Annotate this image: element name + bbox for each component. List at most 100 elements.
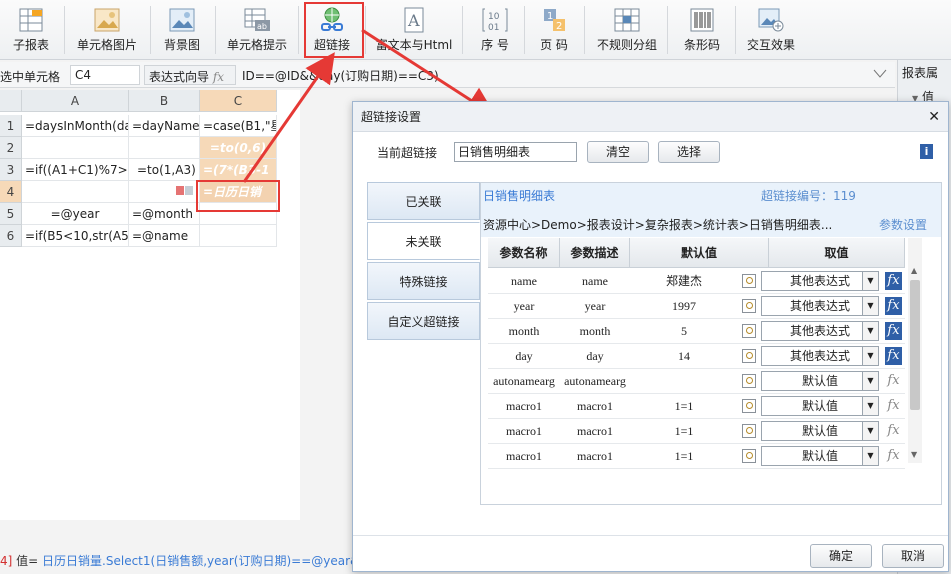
expression-input[interactable]: ID==@ID&&day(订购日期)==C3) (238, 65, 894, 85)
fx-icon[interactable]: fx (885, 397, 902, 415)
panel-header: 日销售明细表 超链接编号：119 资源中心>Demo>报表设计>复杂报表>统计表… (481, 183, 941, 237)
corner-header[interactable] (0, 90, 22, 112)
ok-button[interactable]: 确定 (810, 544, 872, 568)
value-select[interactable]: 默认值 ▼ (761, 396, 879, 416)
cell-image-button[interactable]: 单元格图片 (68, 0, 146, 60)
cell-a3[interactable]: =if((A1+C1)%7>0, (22, 159, 129, 181)
selected-cell-label: 选中单元格 (0, 70, 61, 84)
cell-ref-field[interactable]: C4 (70, 65, 140, 85)
row-header-1[interactable]: 1 (0, 115, 22, 137)
expression-wizard-button[interactable]: 表达式向导 fx (144, 65, 236, 85)
table-row: autonamearg autonamearg 默认值 ▼ fx (488, 369, 905, 394)
value-select[interactable]: 默认值 ▼ (761, 421, 879, 441)
column-header-c[interactable]: C (200, 90, 277, 112)
cell-a6[interactable]: =if(B5<10,str(A5)- (22, 225, 129, 247)
header-param-desc: 参数描述 (560, 238, 630, 268)
cell-b1[interactable]: =dayName( (129, 115, 200, 137)
page-number-label: 页 码 (540, 38, 568, 52)
column-header-a[interactable]: A (22, 90, 129, 112)
info-icon[interactable]: i (920, 144, 933, 159)
barcode-button[interactable]: 条形码 (675, 0, 729, 60)
column-header-b[interactable]: B (129, 90, 200, 112)
cell-c3[interactable]: =(7*(B3-1 (200, 159, 277, 181)
cell-b5[interactable]: =@month (129, 203, 200, 225)
param-desc: name (582, 274, 608, 288)
search-icon[interactable] (742, 374, 756, 388)
row-header-5[interactable]: 5 (0, 203, 22, 225)
cell-c6[interactable] (200, 225, 277, 247)
fx-icon[interactable]: fx (885, 297, 902, 315)
cell-b2[interactable] (129, 137, 200, 159)
page-number-button[interactable]: 12 页 码 (530, 0, 578, 60)
richtext-button[interactable]: A 富文本与Html (370, 0, 458, 60)
value-select[interactable]: 默认值 ▼ (761, 371, 879, 391)
subreport-button[interactable]: 子报表 (2, 0, 60, 60)
richtext-label: 富文本与Html (375, 38, 453, 52)
search-icon[interactable] (742, 399, 756, 413)
fx-icon[interactable]: fx (885, 447, 902, 465)
row-header-2[interactable]: 2 (0, 137, 22, 159)
cell-tooltip-button[interactable]: ab 单元格提示 (220, 0, 294, 60)
irregular-group-button[interactable]: 不规则分组 (592, 0, 662, 60)
chevron-down-icon: ▼ (862, 297, 878, 315)
background-image-button[interactable]: 背景图 (154, 0, 210, 60)
cell-b6[interactable]: =@name (129, 225, 200, 247)
param-desc: day (586, 349, 604, 363)
header-param-name: 参数名称 (488, 238, 560, 268)
search-icon[interactable] (742, 299, 756, 313)
param-desc: macro1 (577, 449, 613, 463)
search-icon[interactable] (742, 324, 756, 338)
search-icon[interactable] (742, 424, 756, 438)
search-icon[interactable] (742, 349, 756, 363)
scrollbar-thumb[interactable] (910, 280, 920, 410)
value-select[interactable]: 其他表达式 ▼ (761, 321, 879, 341)
report-name: 日销售明细表 (483, 189, 556, 203)
cell-b4[interactable] (129, 181, 200, 203)
current-hyperlink-input[interactable]: 日销售明细表 (454, 142, 577, 162)
param-settings-link[interactable]: 参数设置 (879, 216, 927, 233)
value-select[interactable]: 其他表达式 ▼ (761, 346, 879, 366)
row-header-4[interactable]: 4 (0, 181, 22, 203)
tab-linked[interactable]: 已关联 (367, 182, 480, 220)
param-name: macro1 (506, 424, 542, 438)
cell-a4[interactable] (22, 181, 129, 203)
header-default: 默认值 (630, 238, 769, 268)
value-select[interactable]: 默认值 ▼ (761, 446, 879, 466)
interaction-label: 交互效果 (746, 38, 795, 52)
clear-button[interactable]: 清空 (587, 141, 649, 163)
expression-wizard-label: 表达式向导 (149, 70, 210, 84)
cell-a2[interactable] (22, 137, 129, 159)
interaction-button[interactable]: 交互效果 (742, 0, 800, 60)
value-select[interactable]: 其他表达式 ▼ (761, 296, 879, 316)
scroll-up-icon[interactable]: ▲ (911, 266, 917, 275)
table-row: macro1 macro1 1=1 默认值 ▼ fx (488, 419, 905, 444)
fx-icon[interactable]: fx (885, 347, 902, 365)
link-number: 超链接编号：119 (761, 189, 856, 203)
row-header-6[interactable]: 6 (0, 225, 22, 247)
cell-c1[interactable]: =case(B1,"星 (200, 115, 277, 137)
cell-a1[interactable]: =daysInMonth(da (22, 115, 129, 137)
fx-icon[interactable]: fx (885, 272, 902, 290)
chevron-down-icon[interactable] (872, 68, 888, 80)
fx-icon[interactable]: fx (885, 422, 902, 440)
tab-unlinked[interactable]: 未关联 (367, 222, 480, 260)
search-icon[interactable] (742, 274, 756, 288)
serial-number-button[interactable]: 10 01 序 号 (470, 0, 520, 60)
fx-icon[interactable]: fx (885, 322, 902, 340)
svg-text:2: 2 (556, 21, 562, 32)
fx-icon[interactable]: fx (885, 372, 902, 390)
row-header-3[interactable]: 3 (0, 159, 22, 181)
cell-b3[interactable]: =to(1,A3) (129, 159, 200, 181)
cancel-button[interactable]: 取消 (882, 544, 944, 568)
cell-a5[interactable]: =@year (22, 203, 129, 225)
value-select[interactable]: 其他表达式 ▼ (761, 271, 879, 291)
search-icon[interactable] (742, 449, 756, 463)
tab-custom-hyperlink[interactable]: 自定义超链接 (367, 302, 480, 340)
tab-special-link[interactable]: 特殊链接 (367, 262, 480, 300)
select-button[interactable]: 选择 (658, 141, 720, 163)
param-table-scrollbar[interactable]: ▲ ▼ (908, 238, 922, 463)
scroll-down-icon[interactable]: ▼ (911, 450, 917, 459)
cell-c2[interactable]: =to(0,6) (200, 137, 277, 159)
hyperlink-settings-dialog: 超链接设置 ✕ 当前超链接 日销售明细表 清空 选择 i 已关联 未关联 特殊链… (352, 101, 949, 572)
close-icon[interactable]: ✕ (928, 102, 940, 132)
